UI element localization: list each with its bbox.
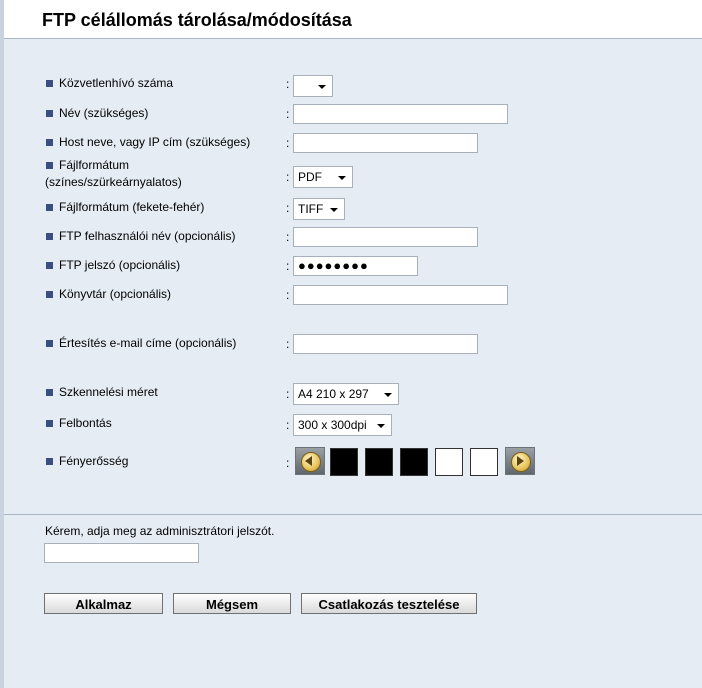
colon: :: [286, 259, 290, 273]
brightness-increase-button[interactable]: [505, 447, 535, 475]
chevron-down-icon: [330, 208, 338, 212]
colon: :: [286, 456, 290, 470]
file-format-color-label-line1: Fájlformátum: [59, 158, 130, 172]
bullet-icon: [46, 291, 53, 298]
cancel-button[interactable]: Mégsem: [173, 593, 291, 614]
admin-password-input[interactable]: [44, 543, 199, 563]
ftp-user-label: FTP felhasználói név (opcionális): [59, 229, 236, 243]
test-connection-button[interactable]: Csatlakozás tesztelése: [301, 593, 477, 614]
bullet-icon: [46, 80, 53, 87]
bullet-icon: [46, 204, 53, 211]
notify-email-input[interactable]: [293, 334, 478, 354]
brightness-level-box: [470, 448, 498, 476]
bullet-icon: [46, 262, 53, 269]
brightness-level-box: [435, 448, 463, 476]
scan-size-select[interactable]: A4 210 x 297: [293, 383, 399, 405]
colon: :: [286, 418, 290, 432]
colon: :: [286, 337, 290, 351]
name-input[interactable]: [293, 104, 508, 124]
file-format-bw-label: Fájlformátum (fekete-fehér): [59, 200, 205, 214]
bullet-icon: [46, 233, 53, 240]
colon: :: [286, 136, 290, 150]
resolution-label: Felbontás: [59, 416, 112, 430]
colon: :: [286, 201, 290, 215]
brightness-level-box: [400, 448, 428, 476]
arrow-left-icon: [301, 452, 321, 472]
chevron-down-icon: [338, 176, 346, 180]
file-format-bw-value: TIFF: [298, 202, 324, 216]
file-format-color-value: PDF: [298, 170, 322, 184]
divider: [4, 514, 702, 515]
brightness-label: Fényerősség: [59, 454, 129, 468]
colon: :: [286, 387, 290, 401]
arrow-right-icon: [511, 452, 531, 472]
title-bar: FTP célállomás tárolása/módosítása: [0, 0, 702, 39]
name-label: Név (szükséges): [59, 106, 149, 120]
host-input[interactable]: [293, 133, 478, 153]
bullet-icon: [46, 110, 53, 117]
title-bar-edge: [0, 0, 4, 38]
bullet-icon: [46, 162, 53, 169]
apply-button[interactable]: Alkalmaz: [44, 593, 163, 614]
file-format-color-label-line2: (színes/szürkeárnyalatos): [45, 175, 182, 189]
directory-label: Könyvtár (opcionális): [59, 287, 172, 301]
colon: :: [286, 230, 290, 244]
directory-input[interactable]: [293, 285, 508, 305]
host-label: Host neve, vagy IP cím (szükséges): [59, 135, 251, 149]
brightness-level-box: [330, 448, 358, 476]
colon: :: [286, 170, 290, 184]
file-format-bw-select[interactable]: TIFF: [293, 198, 345, 220]
ftp-user-input[interactable]: [293, 227, 478, 247]
notify-email-label: Értesítés e-mail címe (opcionális): [59, 336, 237, 350]
colon: :: [286, 288, 290, 302]
bullet-icon: [46, 420, 53, 427]
resolution-select[interactable]: 300 x 300dpi: [293, 414, 392, 436]
intermediary-label: Közvetlenhívó száma: [59, 76, 174, 90]
page-title: FTP célállomás tárolása/módosítása: [42, 10, 352, 30]
bullet-icon: [46, 139, 53, 146]
ftp-password-label: FTP jelszó (opcionális): [59, 258, 181, 272]
ftp-password-input[interactable]: ●●●●●●●●: [293, 256, 418, 276]
bullet-icon: [46, 340, 53, 347]
colon: :: [286, 107, 290, 121]
chevron-down-icon: [377, 424, 385, 428]
brightness-levels: [330, 448, 500, 476]
scan-size-label: Szkennelési méret: [59, 385, 158, 399]
intermediary-select[interactable]: [293, 75, 333, 97]
bullet-icon: [46, 389, 53, 396]
bullet-icon: [46, 458, 53, 465]
admin-prompt: Kérem, adja meg az adminisztrátori jelsz…: [45, 524, 275, 538]
brightness-level-box: [365, 448, 393, 476]
file-format-color-select[interactable]: PDF: [293, 166, 353, 188]
left-edge: [0, 38, 4, 688]
scan-size-value: A4 210 x 297: [298, 387, 369, 401]
chevron-down-icon: [318, 85, 326, 89]
brightness-decrease-button[interactable]: [295, 447, 325, 475]
colon: :: [286, 77, 290, 91]
resolution-value: 300 x 300dpi: [298, 418, 367, 432]
chevron-down-icon: [384, 393, 392, 397]
